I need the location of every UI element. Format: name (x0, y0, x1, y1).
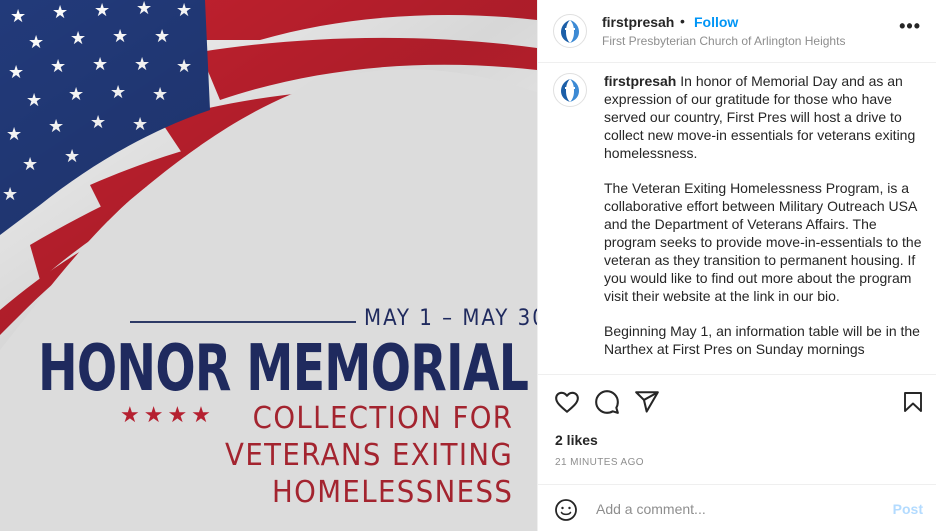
stars-decoration: ★★★★ (120, 402, 215, 427)
emoji-icon[interactable] (554, 498, 578, 527)
actions-bar: 2 likes 21 MINUTES AGO (538, 374, 936, 485)
separator-dot: • (680, 13, 685, 29)
caption-area[interactable]: firstpresah In honor of Memorial Day and… (538, 63, 936, 373)
subtitle-line-2: VETERANS EXITING (224, 438, 513, 473)
comment-input[interactable] (594, 496, 888, 522)
location-link[interactable]: First Presbyterian Church of Arlington H… (602, 34, 845, 48)
header-username[interactable]: firstpresah (602, 14, 674, 30)
date-range-text: MAY 1 – MAY 30 (364, 306, 537, 331)
follow-button[interactable]: Follow (694, 14, 738, 30)
avatar[interactable] (553, 73, 587, 107)
headline-text: HONOR MEMORIAL DAY (38, 332, 537, 406)
comment-bar: Post (538, 484, 936, 532)
likes-count[interactable]: 2 likes (555, 432, 598, 448)
heart-icon[interactable] (554, 389, 580, 420)
post-header: firstpresah • Follow First Presbyterian … (538, 0, 936, 63)
avatar[interactable] (553, 14, 587, 48)
post-comment-button[interactable]: Post (893, 501, 923, 517)
more-options-icon[interactable]: ••• (899, 16, 921, 37)
subtitle-line-3: HOMELESSNESS (271, 475, 513, 510)
caption-paragraph-2: The Veteran Exiting Homelessness Program… (604, 180, 922, 304)
share-icon[interactable] (634, 389, 660, 420)
church-logo-icon (561, 79, 579, 102)
caption-username[interactable]: firstpresah (604, 73, 676, 89)
post-image[interactable]: ★★★★★ ★★★★ ★★★★★ ★★★★ ★★★★ ★★★ MAY 1 – M… (0, 0, 537, 531)
caption-paragraph-3: Beginning May 1, an information table wi… (604, 323, 920, 357)
caption-text: firstpresah In honor of Memorial Day and… (604, 72, 922, 373)
post-timestamp: 21 MINUTES AGO (555, 457, 644, 468)
post-sidebar: firstpresah • Follow First Presbyterian … (537, 0, 936, 531)
date-divider-line (130, 321, 356, 323)
subtitle-line-1: COLLECTION FOR (252, 401, 513, 436)
comment-icon[interactable] (594, 389, 620, 420)
bookmark-icon[interactable] (901, 389, 925, 420)
church-logo-icon (561, 20, 579, 43)
